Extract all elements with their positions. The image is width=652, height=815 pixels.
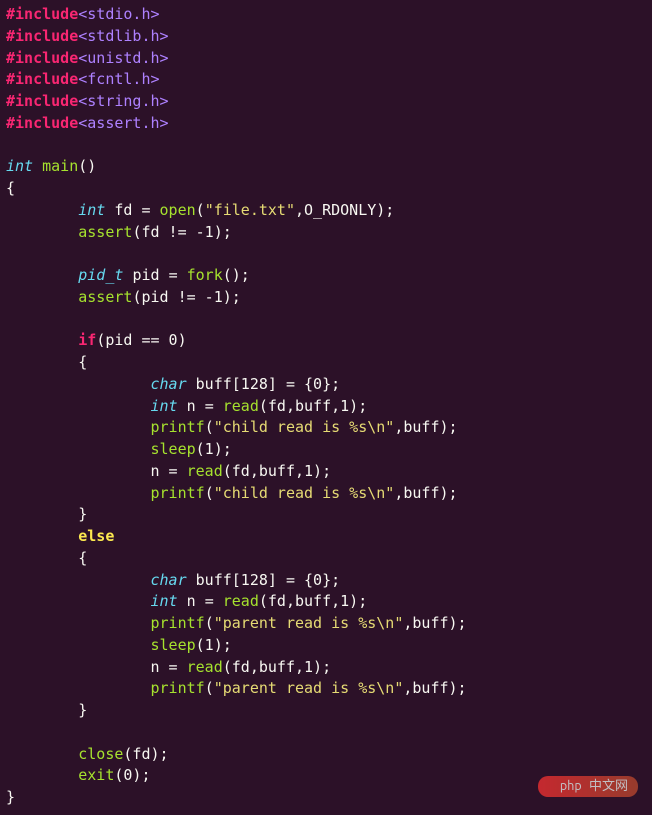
code-block: #include<stdio.h> #include<stdlib.h> #in… xyxy=(0,0,652,813)
watermark-badge: php 中文网 xyxy=(538,776,638,797)
